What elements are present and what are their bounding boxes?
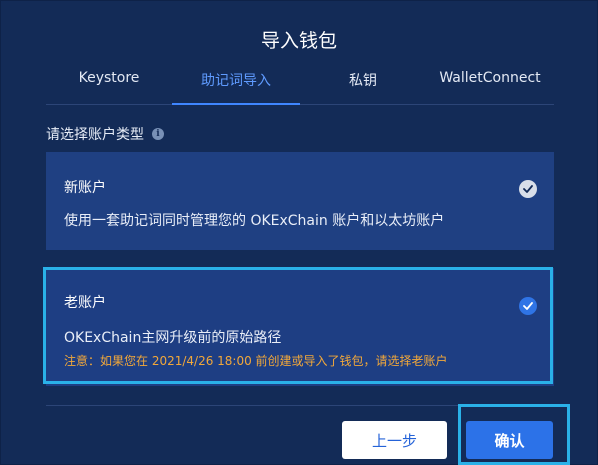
dialog-title: 导入钱包 [260, 30, 337, 52]
tab-mnemonic-import[interactable]: 助记词导入 [172, 70, 300, 90]
check-circle-icon [519, 180, 537, 198]
active-tab-indicator [172, 103, 300, 105]
tab-keystore[interactable]: Keystore [46, 70, 172, 86]
tab-bar: Keystore 助记词导入 私钥 WalletConnect [46, 66, 554, 105]
account-type-label: 请选择账户类型 [46, 127, 144, 143]
tab-walletconnect[interactable]: WalletConnect [426, 70, 554, 86]
account-option-description: 使用一套助记词同时管理您的 OKExChain 账户和以太坊账户 [64, 213, 445, 229]
confirm-highlight [458, 404, 570, 465]
account-type-label-row: 请选择账户类型 i [46, 124, 164, 144]
selection-highlight [43, 267, 553, 384]
account-option-title: 新账户 [64, 180, 106, 196]
prev-button[interactable]: 上一步 [342, 421, 447, 459]
info-icon[interactable]: i [152, 128, 164, 140]
tab-private-key[interactable]: 私钥 [300, 70, 426, 90]
account-option-new[interactable]: 新账户 使用一套助记词同时管理您的 OKExChain 账户和以太坊账户 [46, 152, 554, 250]
